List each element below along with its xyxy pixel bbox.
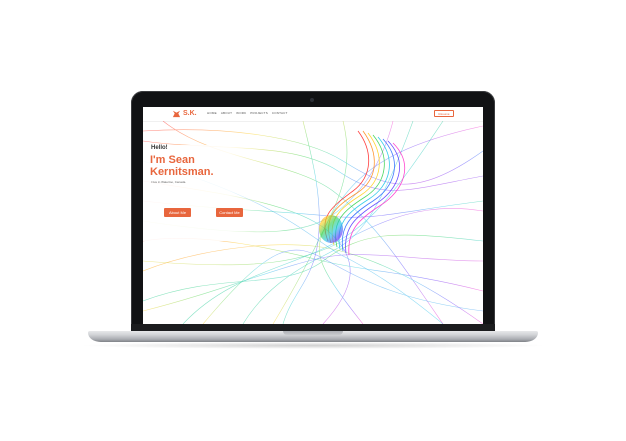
hero-subtitle: I live in Waterloo, Canada. (151, 180, 187, 184)
webcam (310, 98, 314, 102)
nav-item-home[interactable]: HOME (207, 111, 217, 116)
about-me-button[interactable]: About Me (164, 208, 191, 217)
nav-item-projects[interactable]: PROJECTS (250, 111, 268, 116)
laptop-screen: S.K. HOME ABOUT WORK PROJECTS CONTACT Ré… (143, 107, 483, 324)
lid-opening-notch (283, 331, 343, 335)
nav-item-about[interactable]: ABOUT (221, 111, 232, 116)
site-header: S.K. HOME ABOUT WORK PROJECTS CONTACT Ré… (143, 107, 483, 122)
hero-title: I'm Sean Kernitsman. (150, 154, 214, 178)
contact-me-button[interactable]: Contact Me (216, 208, 243, 217)
fox-icon[interactable] (172, 109, 181, 118)
hero-greeting: Hello! (151, 145, 168, 151)
nav-item-contact[interactable]: CONTACT (272, 111, 288, 116)
laptop-mockup: S.K. HOME ABOUT WORK PROJECTS CONTACT Ré… (0, 0, 626, 441)
main-nav: HOME ABOUT WORK PROJECTS CONTACT (207, 111, 288, 116)
nav-item-work[interactable]: WORK (236, 111, 246, 116)
logo-text[interactable]: S.K. (183, 109, 197, 118)
laptop-shadow (78, 342, 548, 349)
resume-button[interactable]: Résumé (434, 110, 454, 117)
